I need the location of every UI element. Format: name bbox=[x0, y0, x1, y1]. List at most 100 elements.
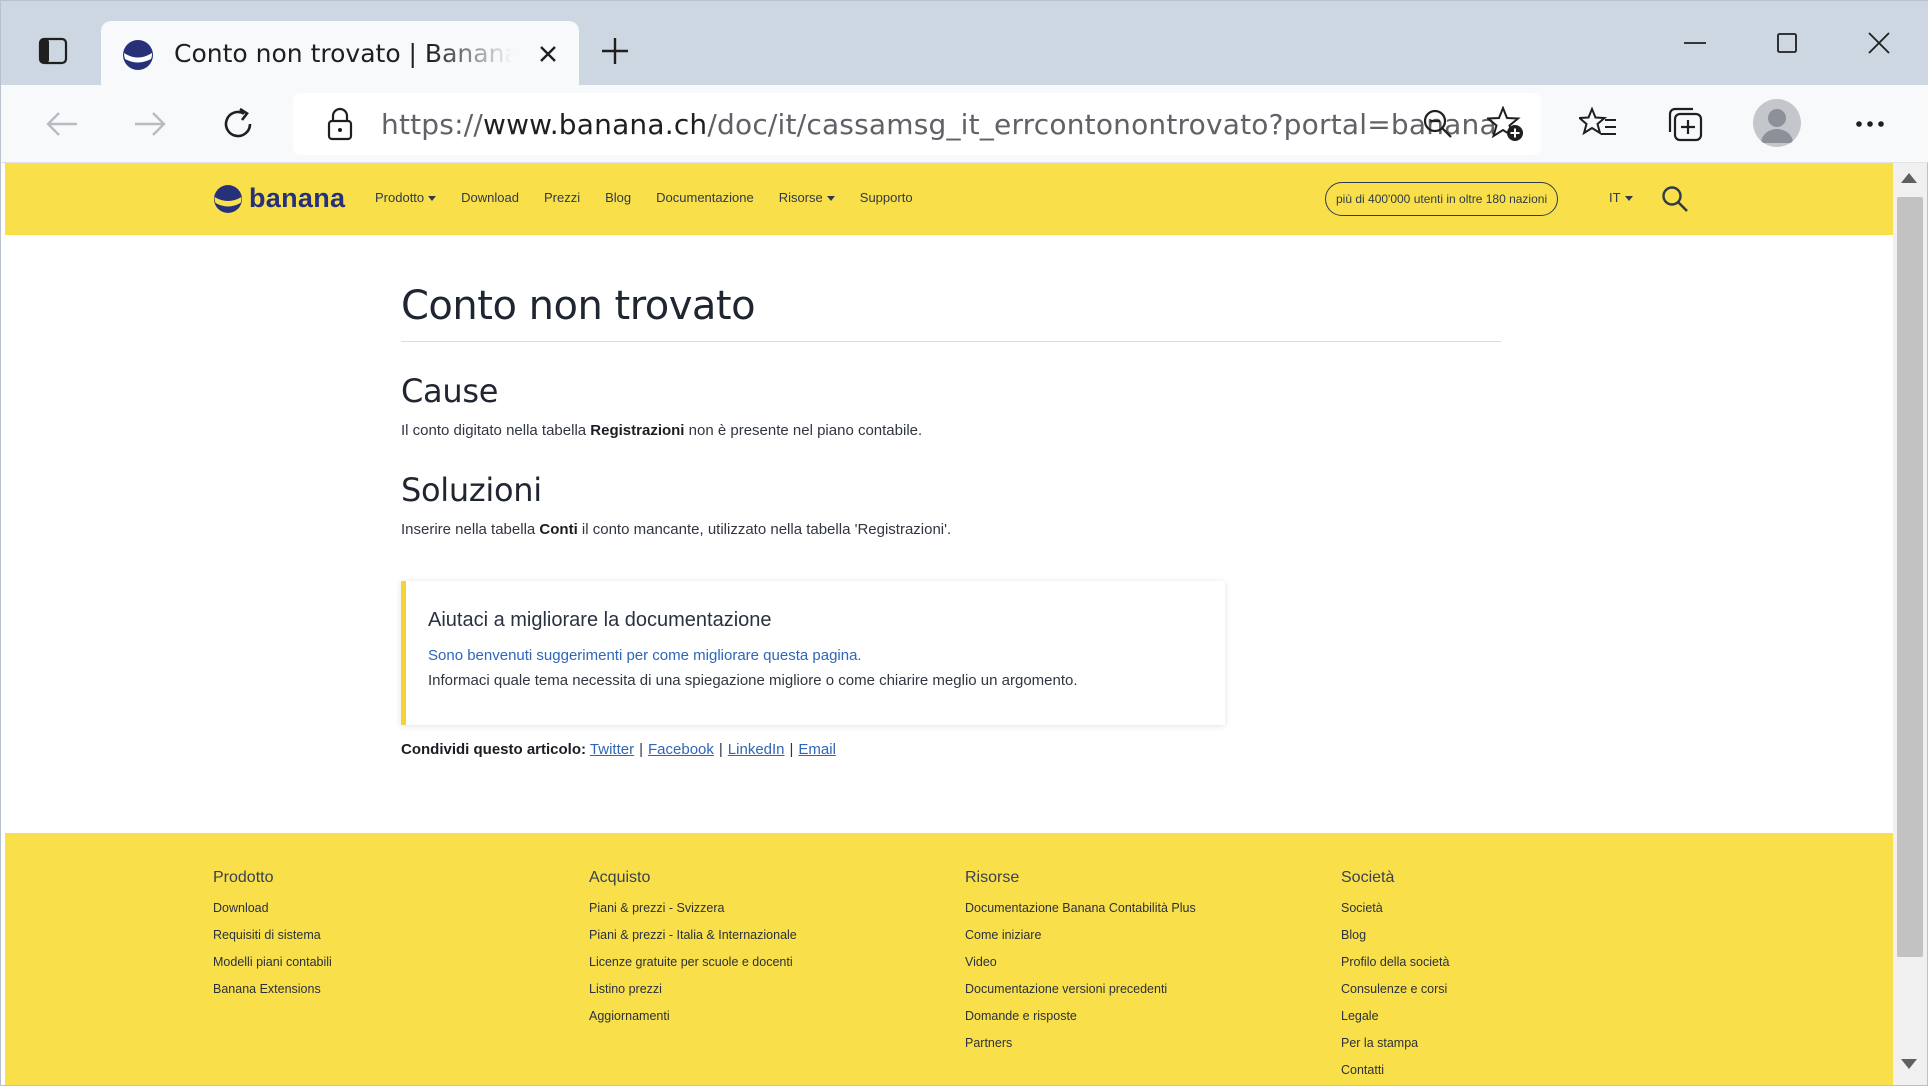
footer-link[interactable]: Società bbox=[1341, 895, 1449, 922]
footer-link[interactable]: Download bbox=[213, 895, 332, 922]
browser-toolbar: https://www.banana.ch/doc/it/cassamsg_it… bbox=[1, 85, 1928, 163]
users-count-pill[interactable]: più di 400'000 utenti in oltre 180 nazio… bbox=[1325, 182, 1559, 216]
share-facebook-link[interactable]: Facebook bbox=[648, 741, 714, 758]
nav-item-prezzi[interactable]: Prezzi bbox=[544, 190, 580, 205]
banana-logo-icon bbox=[214, 184, 242, 213]
footer-column-title: Acquisto bbox=[589, 869, 651, 886]
banana-favicon-icon bbox=[123, 40, 153, 70]
zoom-out-button[interactable] bbox=[1415, 101, 1461, 147]
collections-icon bbox=[1668, 107, 1703, 142]
site-header: banana Prodotto Download Prezzi Blog Doc… bbox=[5, 163, 1893, 235]
add-favorite-button[interactable] bbox=[1483, 101, 1529, 147]
page-title: Conto non trovato bbox=[401, 283, 1501, 342]
tab-actions-button[interactable] bbox=[31, 29, 75, 73]
collections-button[interactable] bbox=[1661, 99, 1711, 149]
close-window-button[interactable] bbox=[1849, 19, 1909, 67]
solutions-text: Inserire nella tabella Conti il conto ma… bbox=[401, 521, 952, 538]
minimize-button[interactable] bbox=[1665, 19, 1725, 67]
share-twitter-link[interactable]: Twitter bbox=[590, 741, 634, 758]
footer-link[interactable]: Banana Extensions bbox=[213, 976, 332, 1003]
address-bar[interactable]: https://www.banana.ch/doc/it/cassamsg_it… bbox=[293, 93, 1541, 155]
share-linkedin-link[interactable]: LinkedIn bbox=[728, 741, 785, 758]
solutions-heading: Soluzioni bbox=[401, 471, 542, 509]
maximize-button[interactable] bbox=[1757, 19, 1817, 67]
scroll-up-arrow-icon[interactable] bbox=[1901, 173, 1917, 183]
footer-link[interactable]: Per la stampa bbox=[1341, 1030, 1449, 1057]
tab-active[interactable]: Conto non trovato | Banana Contabilità bbox=[101, 21, 579, 85]
profile-button[interactable] bbox=[1753, 99, 1801, 147]
footer-link[interactable]: Come iniziare bbox=[965, 922, 1196, 949]
footer-link[interactable]: Domande e risposte bbox=[965, 1003, 1196, 1030]
forward-arrow-icon bbox=[135, 112, 166, 136]
tab-close-button[interactable] bbox=[532, 38, 564, 70]
footer-link[interactable]: Profilo della società bbox=[1341, 949, 1449, 976]
scroll-down-arrow-icon[interactable] bbox=[1901, 1059, 1917, 1069]
footer-link[interactable]: Modelli piani contabili bbox=[213, 949, 332, 976]
url-text[interactable]: https://www.banana.ch/doc/it/cassamsg_it… bbox=[381, 108, 1497, 141]
share-bar: Condividi questo articolo: Twitter | Faceb… bbox=[401, 741, 836, 758]
nav-item-blog[interactable]: Blog bbox=[605, 190, 631, 205]
favorites-icon bbox=[1579, 107, 1616, 136]
tab-actions-icon bbox=[38, 37, 68, 65]
footer-link[interactable]: Legale bbox=[1341, 1003, 1449, 1030]
vertical-scrollbar[interactable] bbox=[1893, 163, 1927, 1085]
nav-item-download[interactable]: Download bbox=[461, 190, 519, 205]
site-logo[interactable]: banana bbox=[213, 183, 345, 214]
minimize-icon bbox=[1684, 42, 1706, 44]
footer-link[interactable]: Aggiornamenti bbox=[589, 1003, 797, 1030]
feedback-link[interactable]: Sono benvenuti suggerimenti per come mig… bbox=[428, 647, 862, 664]
close-icon bbox=[540, 46, 556, 62]
footer-link[interactable]: Documentazione versioni precedenti bbox=[965, 976, 1196, 1003]
more-icon bbox=[1856, 121, 1884, 127]
footer-link[interactable]: Listino prezzi bbox=[589, 976, 797, 1003]
tab-strip: Conto non trovato | Banana Contabilità bbox=[1, 1, 1928, 85]
search-icon[interactable] bbox=[1661, 185, 1689, 213]
footer-column-title: Risorse bbox=[965, 869, 1020, 886]
refresh-icon bbox=[224, 107, 252, 138]
footer-link[interactable]: Piani & prezzi - Italia & Internazionale bbox=[589, 922, 797, 949]
footer-column-risorse: Risorse Documentazione Banana Contabilit… bbox=[965, 869, 1196, 1057]
footer-link[interactable]: Requisiti di sistema bbox=[213, 922, 332, 949]
back-button[interactable] bbox=[37, 99, 87, 149]
new-tab-button[interactable] bbox=[593, 29, 637, 73]
favorites-button[interactable] bbox=[1573, 99, 1623, 149]
zoom-out-icon bbox=[1423, 109, 1452, 138]
footer-link[interactable]: Contatti bbox=[1341, 1057, 1449, 1084]
plus-icon bbox=[602, 38, 628, 64]
footer-link[interactable]: Consulenze e corsi bbox=[1341, 976, 1449, 1003]
refresh-button[interactable] bbox=[213, 99, 263, 149]
nav-item-documentazione[interactable]: Documentazione bbox=[656, 190, 754, 205]
language-selector[interactable]: IT bbox=[1609, 190, 1633, 205]
nav-item-supporto[interactable]: Supporto bbox=[860, 190, 913, 205]
footer-link[interactable]: Video bbox=[965, 949, 1196, 976]
profile-icon bbox=[1761, 109, 1793, 143]
nav-item-risorse[interactable]: Risorse bbox=[779, 190, 835, 205]
close-window-icon bbox=[1868, 32, 1890, 54]
footer-column-societa: Società Società Blog Profilo della socie… bbox=[1341, 869, 1449, 1084]
site-footer: Prodotto Download Requisiti di sistema M… bbox=[5, 833, 1893, 1085]
maximize-icon bbox=[1777, 33, 1797, 53]
caret-down-icon bbox=[826, 196, 835, 202]
nav-item-prodotto[interactable]: Prodotto bbox=[375, 190, 437, 205]
article: Conto non trovato Cause Il conto digitat… bbox=[401, 283, 1501, 538]
feedback-box: Aiutaci a migliorare la documentazione S… bbox=[401, 581, 1225, 725]
footer-link[interactable]: Partners bbox=[965, 1030, 1196, 1057]
scrollbar-thumb[interactable] bbox=[1897, 197, 1923, 957]
cause-text: Il conto digitato nella tabella Registra… bbox=[401, 422, 923, 439]
footer-column-prodotto: Prodotto Download Requisiti di sistema M… bbox=[213, 869, 332, 1003]
page-viewport: banana Prodotto Download Prezzi Blog Doc… bbox=[5, 163, 1893, 1085]
share-email-link[interactable]: Email bbox=[798, 741, 836, 758]
footer-link[interactable]: Documentazione Banana Contabilità Plus bbox=[965, 895, 1196, 922]
caret-down-icon bbox=[428, 196, 437, 202]
forward-button[interactable] bbox=[125, 99, 175, 149]
feedback-title: Aiutaci a migliorare la documentazione bbox=[428, 609, 772, 631]
footer-link[interactable]: Licenze gratuite per scuole e docenti bbox=[589, 949, 797, 976]
footer-link[interactable]: Blog bbox=[1341, 922, 1449, 949]
share-label: Condividi questo articolo: bbox=[401, 741, 587, 758]
more-button[interactable] bbox=[1845, 99, 1895, 149]
back-arrow-icon bbox=[46, 112, 77, 136]
footer-column-title: Società bbox=[1341, 869, 1395, 886]
cause-heading: Cause bbox=[401, 372, 499, 410]
caret-down-icon bbox=[1624, 196, 1633, 202]
footer-link[interactable]: Piani & prezzi - Svizzera bbox=[589, 895, 797, 922]
